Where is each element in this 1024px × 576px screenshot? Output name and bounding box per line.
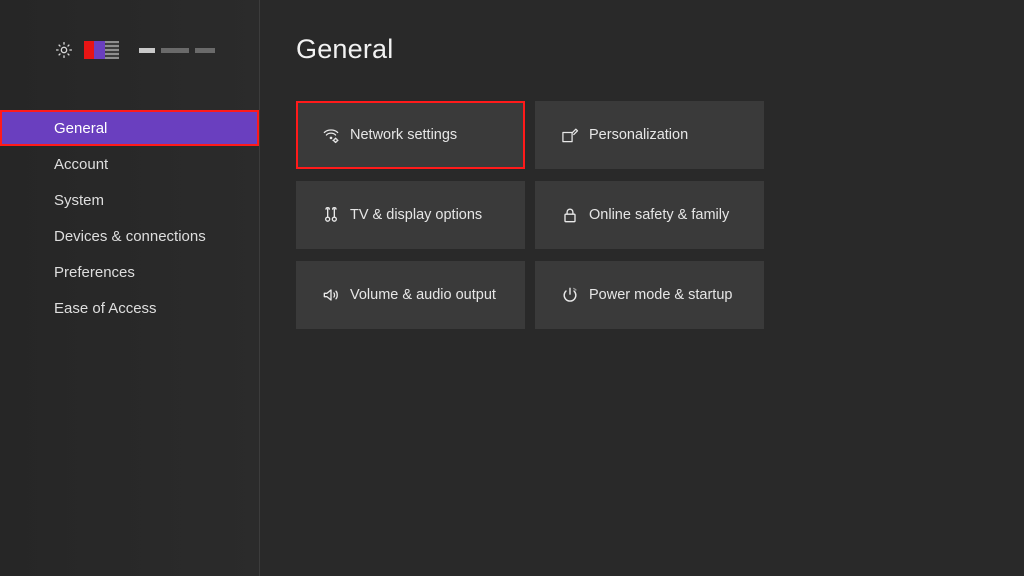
sidebar-item-system[interactable]: System	[0, 182, 259, 218]
sidebar-item-label: Ease of Access	[54, 300, 157, 317]
tile-label: Personalization	[589, 127, 688, 143]
tile-label: Network settings	[350, 127, 457, 143]
tile-label: Power mode & startup	[589, 287, 732, 303]
page-title: General	[296, 34, 1024, 65]
tile-grid: Network settings Personalization	[296, 101, 1024, 329]
tile-label: TV & display options	[350, 207, 482, 223]
sidebar-header	[54, 30, 259, 70]
lock-icon	[555, 205, 585, 225]
tile-label: Online safety & family	[589, 207, 729, 223]
sidebar-item-label: General	[54, 120, 107, 137]
personalization-icon	[555, 125, 585, 145]
profile-avatar	[84, 39, 119, 61]
tile-network-settings[interactable]: Network settings	[296, 101, 525, 169]
sidebar-item-label: Preferences	[54, 264, 135, 281]
tile-online-safety[interactable]: Online safety & family	[535, 181, 764, 249]
profile-name-redacted	[139, 48, 215, 53]
audio-icon	[316, 285, 346, 305]
sidebar-item-label: System	[54, 192, 104, 209]
sidebar-item-label: Devices & connections	[54, 228, 206, 245]
settings-screen: General Account System Devices & connect…	[0, 0, 1024, 576]
tile-power-mode[interactable]: Power mode & startup	[535, 261, 764, 329]
tile-personalization[interactable]: Personalization	[535, 101, 764, 169]
gear-icon	[54, 40, 74, 60]
sidebar-item-account[interactable]: Account	[0, 146, 259, 182]
sidebar-item-general[interactable]: General	[0, 110, 259, 146]
sidebar-item-preferences[interactable]: Preferences	[0, 254, 259, 290]
tile-label: Volume & audio output	[350, 287, 496, 303]
sidebar-item-ease-of-access[interactable]: Ease of Access	[0, 290, 259, 326]
display-icon	[316, 205, 346, 225]
sidebar-nav: General Account System Devices & connect…	[0, 110, 259, 326]
sidebar-item-label: Account	[54, 156, 108, 173]
sidebar-item-devices[interactable]: Devices & connections	[0, 218, 259, 254]
power-icon	[555, 285, 585, 305]
tile-volume-audio[interactable]: Volume & audio output	[296, 261, 525, 329]
tile-tv-display[interactable]: TV & display options	[296, 181, 525, 249]
sidebar: General Account System Devices & connect…	[0, 0, 260, 576]
main-panel: General Network settings	[260, 0, 1024, 576]
network-icon	[316, 125, 346, 145]
